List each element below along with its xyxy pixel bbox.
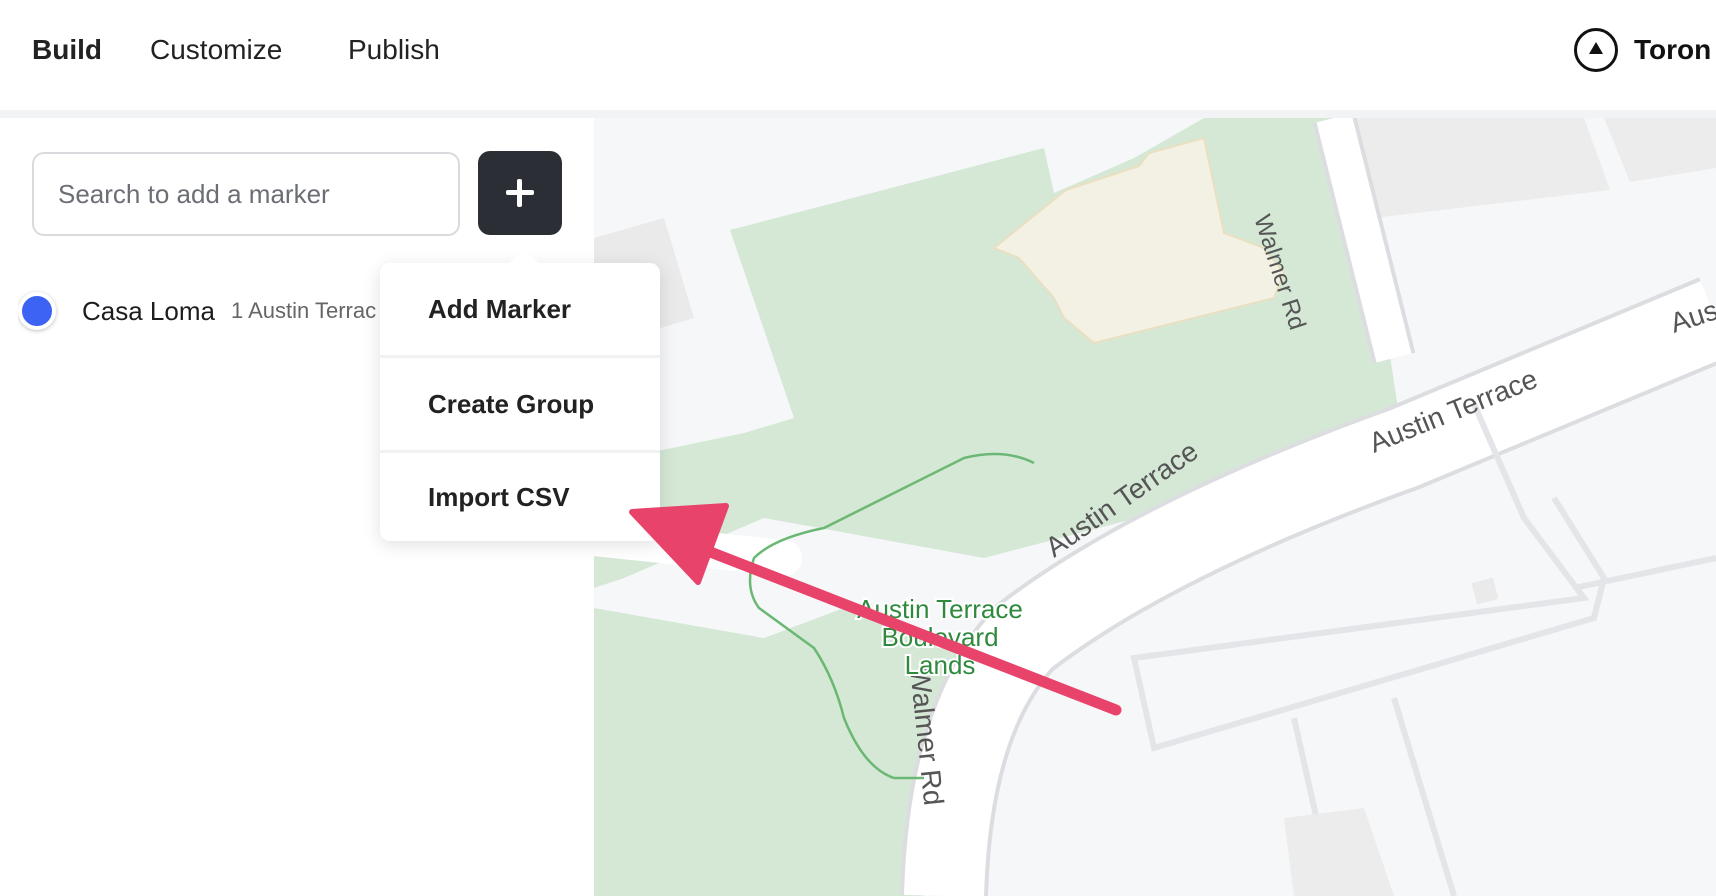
add-button[interactable] [478, 151, 562, 235]
label-park-line3: Lands [905, 650, 976, 680]
add-dropdown-menu: Add Marker Create Group Import CSV [380, 248, 660, 543]
search-input[interactable] [32, 152, 460, 236]
marker-address: 1 Austin Terrac [230, 298, 377, 323]
tab-customize[interactable]: Customize [150, 34, 282, 66]
brand[interactable]: Toron [1574, 28, 1711, 72]
compass-logo-icon [1574, 28, 1618, 72]
tab-build[interactable]: Build [32, 34, 102, 66]
plus-icon-vertical [517, 179, 522, 207]
map-svg: Walmer Rd Austin Terrace Austin Terrace … [594, 118, 1716, 896]
menu-item-create-group[interactable]: Create Group [380, 358, 660, 450]
label-park-line1: Austin Terrace [857, 594, 1023, 624]
brand-name: Toron [1634, 34, 1712, 65]
menu-item-import-csv[interactable]: Import CSV [380, 451, 660, 543]
label-park-line2: Boulevard [881, 622, 998, 652]
marker-name: Casa Loma [82, 295, 215, 326]
marker-dot-icon [18, 292, 56, 330]
map-canvas[interactable]: Walmer Rd Austin Terrace Austin Terrace … [594, 118, 1716, 896]
top-nav: Build Customize Publish Toron [0, 0, 1716, 118]
tab-publish[interactable]: Publish [348, 34, 440, 66]
header-divider [0, 110, 1716, 118]
menu-item-add-marker[interactable]: Add Marker [380, 263, 660, 355]
